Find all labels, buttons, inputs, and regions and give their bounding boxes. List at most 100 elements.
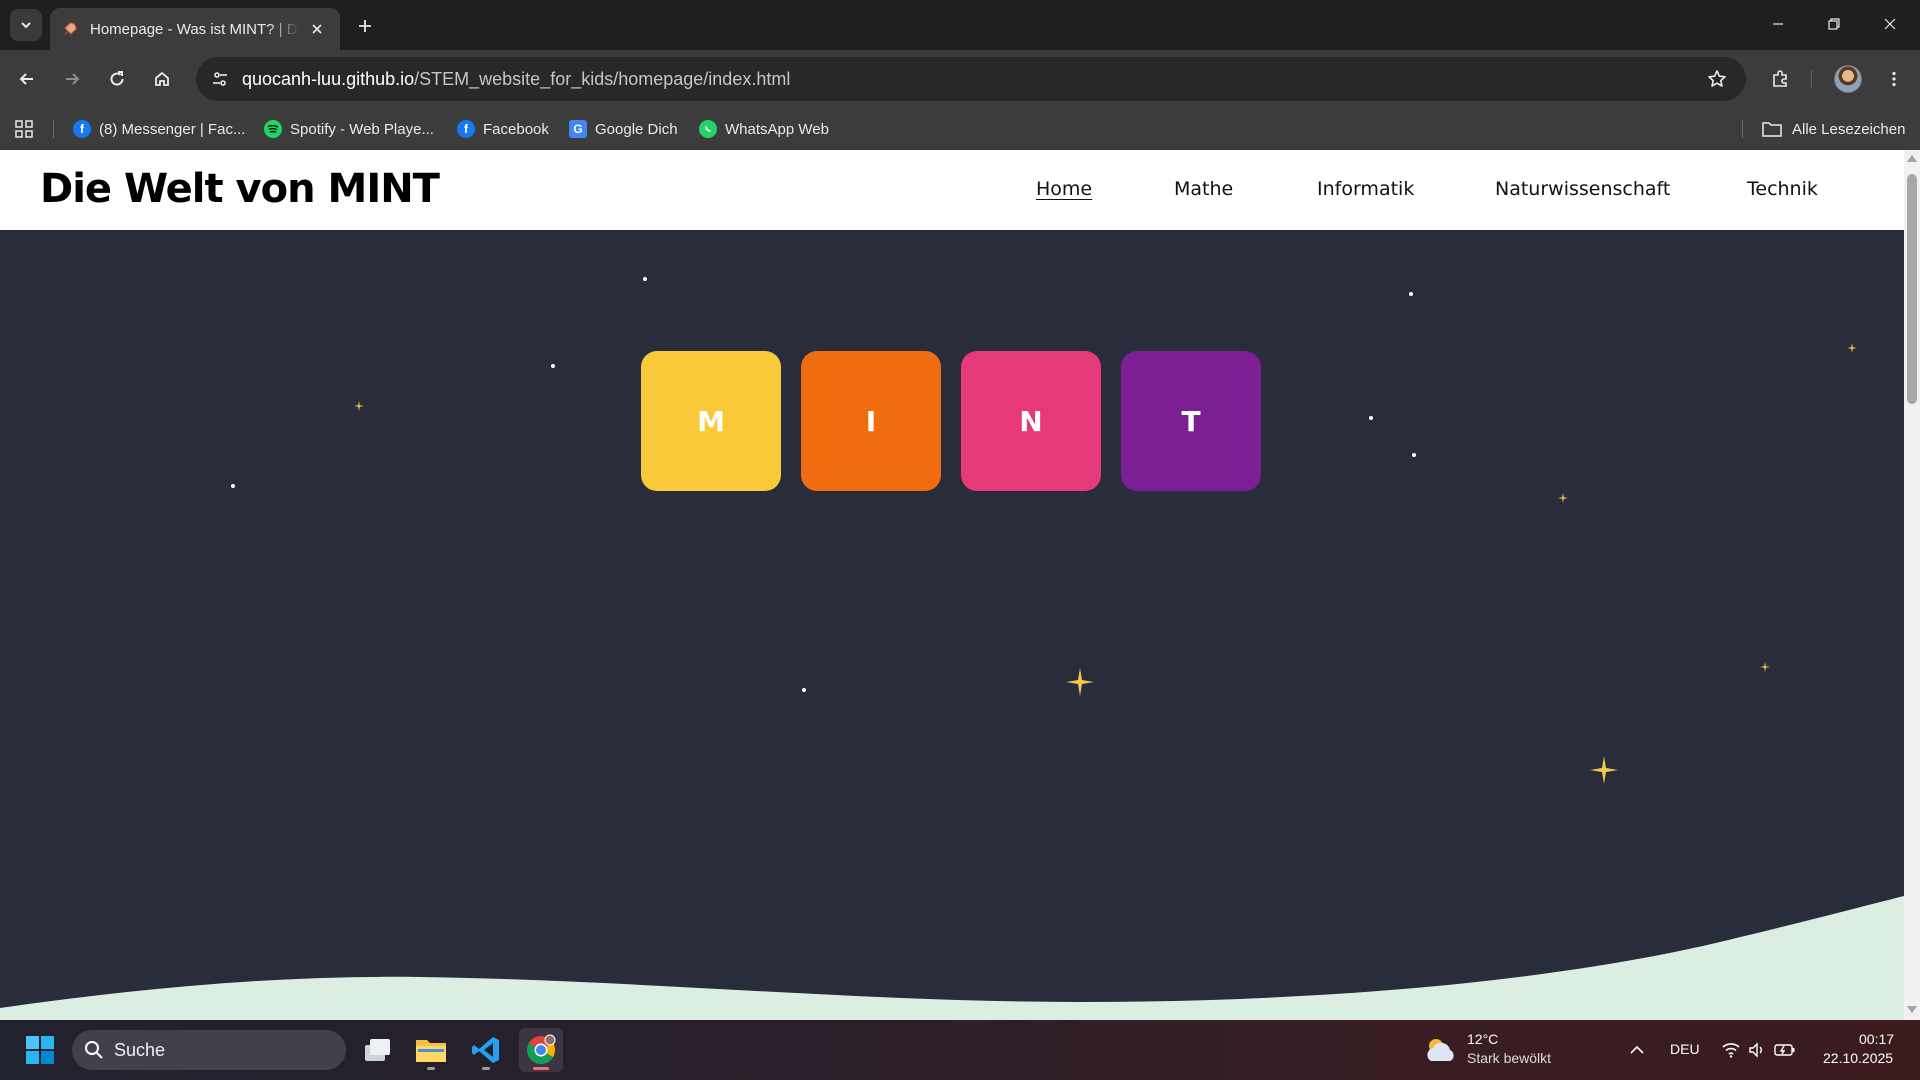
forward-button[interactable] bbox=[54, 61, 90, 97]
search-placeholder: Suche bbox=[114, 1039, 166, 1060]
scroll-up-icon[interactable] bbox=[1907, 155, 1917, 162]
bookmark-spotify[interactable]: Spotify - Web Playe... bbox=[264, 114, 434, 144]
nav-technik[interactable]: Technik bbox=[1747, 178, 1818, 200]
chevron-up-icon bbox=[1630, 1045, 1644, 1054]
bookmark-star-button[interactable] bbox=[1702, 64, 1732, 94]
reload-button[interactable] bbox=[99, 61, 135, 97]
wifi-icon bbox=[1722, 1043, 1740, 1058]
bookmark-label: Facebook bbox=[483, 120, 549, 138]
file-explorer-button[interactable] bbox=[409, 1028, 453, 1072]
nav-informatik[interactable]: Informatik bbox=[1317, 178, 1414, 200]
tab-title: Homepage - Was ist MINT? | Die bbox=[90, 20, 300, 38]
site-header: Die Welt von MINT Home Mathe Informatik … bbox=[0, 150, 1904, 230]
tile-i[interactable]: I bbox=[801, 351, 941, 491]
bookmark-whatsapp[interactable]: WhatsApp Web bbox=[699, 114, 829, 144]
google-translate-icon: G bbox=[569, 120, 587, 138]
browser-toolbar: quocanh-luu.github.io/STEM_website_for_k… bbox=[0, 50, 1920, 108]
more-vertical-icon bbox=[1892, 71, 1896, 87]
chrome-button[interactable] bbox=[519, 1028, 563, 1072]
folder-icon bbox=[416, 1040, 446, 1062]
site-logo[interactable]: Die Welt von MINT bbox=[40, 166, 440, 212]
restore-icon bbox=[1828, 18, 1840, 30]
bookmark-label: WhatsApp Web bbox=[725, 120, 829, 138]
quick-settings-button[interactable] bbox=[1714, 1028, 1804, 1072]
plus-icon bbox=[359, 20, 371, 32]
star-dot bbox=[551, 364, 555, 368]
new-tab-button[interactable] bbox=[350, 11, 380, 41]
tab-active[interactable]: Homepage - Was ist MINT? | Die bbox=[50, 8, 340, 50]
tile-t[interactable]: T bbox=[1121, 351, 1261, 491]
tab-strip: Homepage - Was ist MINT? | Die bbox=[0, 0, 1920, 50]
close-icon bbox=[312, 24, 322, 34]
spotify-icon bbox=[264, 120, 282, 138]
bookmark-label: Spotify - Web Playe... bbox=[290, 120, 434, 138]
all-bookmarks-button[interactable]: Alle Lesezeichen bbox=[1762, 114, 1905, 144]
cloud-sun-icon bbox=[1427, 1039, 1454, 1061]
star-dot bbox=[1409, 292, 1413, 296]
home-icon bbox=[155, 71, 169, 86]
bookmark-google-dich[interactable]: G Google Dich bbox=[569, 114, 678, 144]
search-icon bbox=[85, 1041, 103, 1059]
bookmark-facebook[interactable]: f Facebook bbox=[457, 114, 549, 144]
apps-grid-icon[interactable] bbox=[14, 119, 34, 139]
menu-button[interactable] bbox=[1876, 61, 1912, 97]
url-host: quocanh-luu.github.io bbox=[242, 68, 415, 89]
arrow-right-icon bbox=[66, 73, 80, 85]
bottom-wave bbox=[0, 896, 1904, 1020]
weather-widget[interactable] bbox=[1420, 1028, 1460, 1072]
vscode-button[interactable] bbox=[464, 1028, 508, 1072]
volume-icon bbox=[1749, 1042, 1762, 1058]
running-indicator bbox=[482, 1067, 490, 1070]
taskbar-search[interactable]: Suche bbox=[72, 1030, 346, 1070]
facebook-icon: f bbox=[73, 120, 91, 138]
page-scrollbar[interactable] bbox=[1904, 150, 1920, 1020]
nav-home[interactable]: Home bbox=[1036, 178, 1092, 200]
tile-n[interactable]: N bbox=[961, 351, 1101, 491]
restore-button[interactable] bbox=[1806, 0, 1862, 48]
nav-naturwissenschaft[interactable]: Naturwissenschaft bbox=[1495, 178, 1670, 200]
windows-taskbar: Suche 12°C Stark bewölkt DEU 00:17 22.10… bbox=[0, 1020, 1920, 1080]
language-indicator[interactable]: DEU bbox=[1670, 1041, 1700, 1057]
task-view-button[interactable] bbox=[355, 1028, 399, 1072]
whatsapp-icon bbox=[699, 120, 717, 138]
folder-icon bbox=[1762, 122, 1782, 137]
sparkle-icon bbox=[1066, 668, 1094, 696]
start-button[interactable] bbox=[18, 1028, 62, 1072]
show-hidden-icons-button[interactable] bbox=[1617, 1028, 1657, 1072]
site-info-button[interactable] bbox=[202, 61, 238, 97]
profile-avatar[interactable] bbox=[1834, 65, 1862, 93]
vscode-icon bbox=[472, 1037, 499, 1063]
bookmarks-separator bbox=[53, 120, 54, 138]
extensions-button[interactable] bbox=[1762, 61, 1798, 97]
scroll-down-icon[interactable] bbox=[1907, 1006, 1917, 1013]
bookmark-label: (8) Messenger | Fac... bbox=[99, 120, 246, 138]
clock-date[interactable]: 22.10.2025 bbox=[1823, 1050, 1893, 1066]
tab-search-button[interactable] bbox=[10, 9, 42, 41]
toolbar-separator bbox=[1811, 70, 1812, 88]
tab-close-button[interactable] bbox=[306, 18, 328, 40]
task-view-icon bbox=[365, 1039, 390, 1061]
chrome-icon bbox=[527, 1034, 556, 1064]
minimize-button[interactable] bbox=[1750, 0, 1806, 48]
nav-mathe[interactable]: Mathe bbox=[1174, 178, 1233, 200]
bookmark-messenger[interactable]: f (8) Messenger | Fac... bbox=[73, 114, 245, 144]
sparkle-icon bbox=[1558, 493, 1568, 503]
tile-m[interactable]: M bbox=[641, 351, 781, 491]
bookmarks-bar: f (8) Messenger | Fac... Spotify - Web P… bbox=[0, 108, 1920, 150]
clock-time[interactable]: 00:17 bbox=[1859, 1031, 1894, 1047]
home-button[interactable] bbox=[144, 61, 180, 97]
tune-icon bbox=[213, 72, 227, 86]
url-text: quocanh-luu.github.io/STEM_website_for_k… bbox=[242, 69, 790, 90]
minimize-icon bbox=[1773, 23, 1783, 25]
address-bar[interactable]: quocanh-luu.github.io/STEM_website_for_k… bbox=[196, 57, 1746, 101]
all-bookmarks-label: Alle Lesezeichen bbox=[1792, 120, 1906, 138]
scrollbar-thumb[interactable] bbox=[1907, 174, 1917, 404]
star-dot bbox=[643, 277, 647, 281]
puzzle-icon bbox=[1773, 70, 1787, 87]
sparkle-icon bbox=[1760, 662, 1770, 672]
chevron-down-icon bbox=[21, 22, 31, 29]
close-window-button[interactable] bbox=[1862, 0, 1918, 48]
battery-charging-icon bbox=[1774, 1044, 1795, 1056]
back-button[interactable] bbox=[9, 61, 45, 97]
arrow-left-icon bbox=[19, 73, 33, 85]
